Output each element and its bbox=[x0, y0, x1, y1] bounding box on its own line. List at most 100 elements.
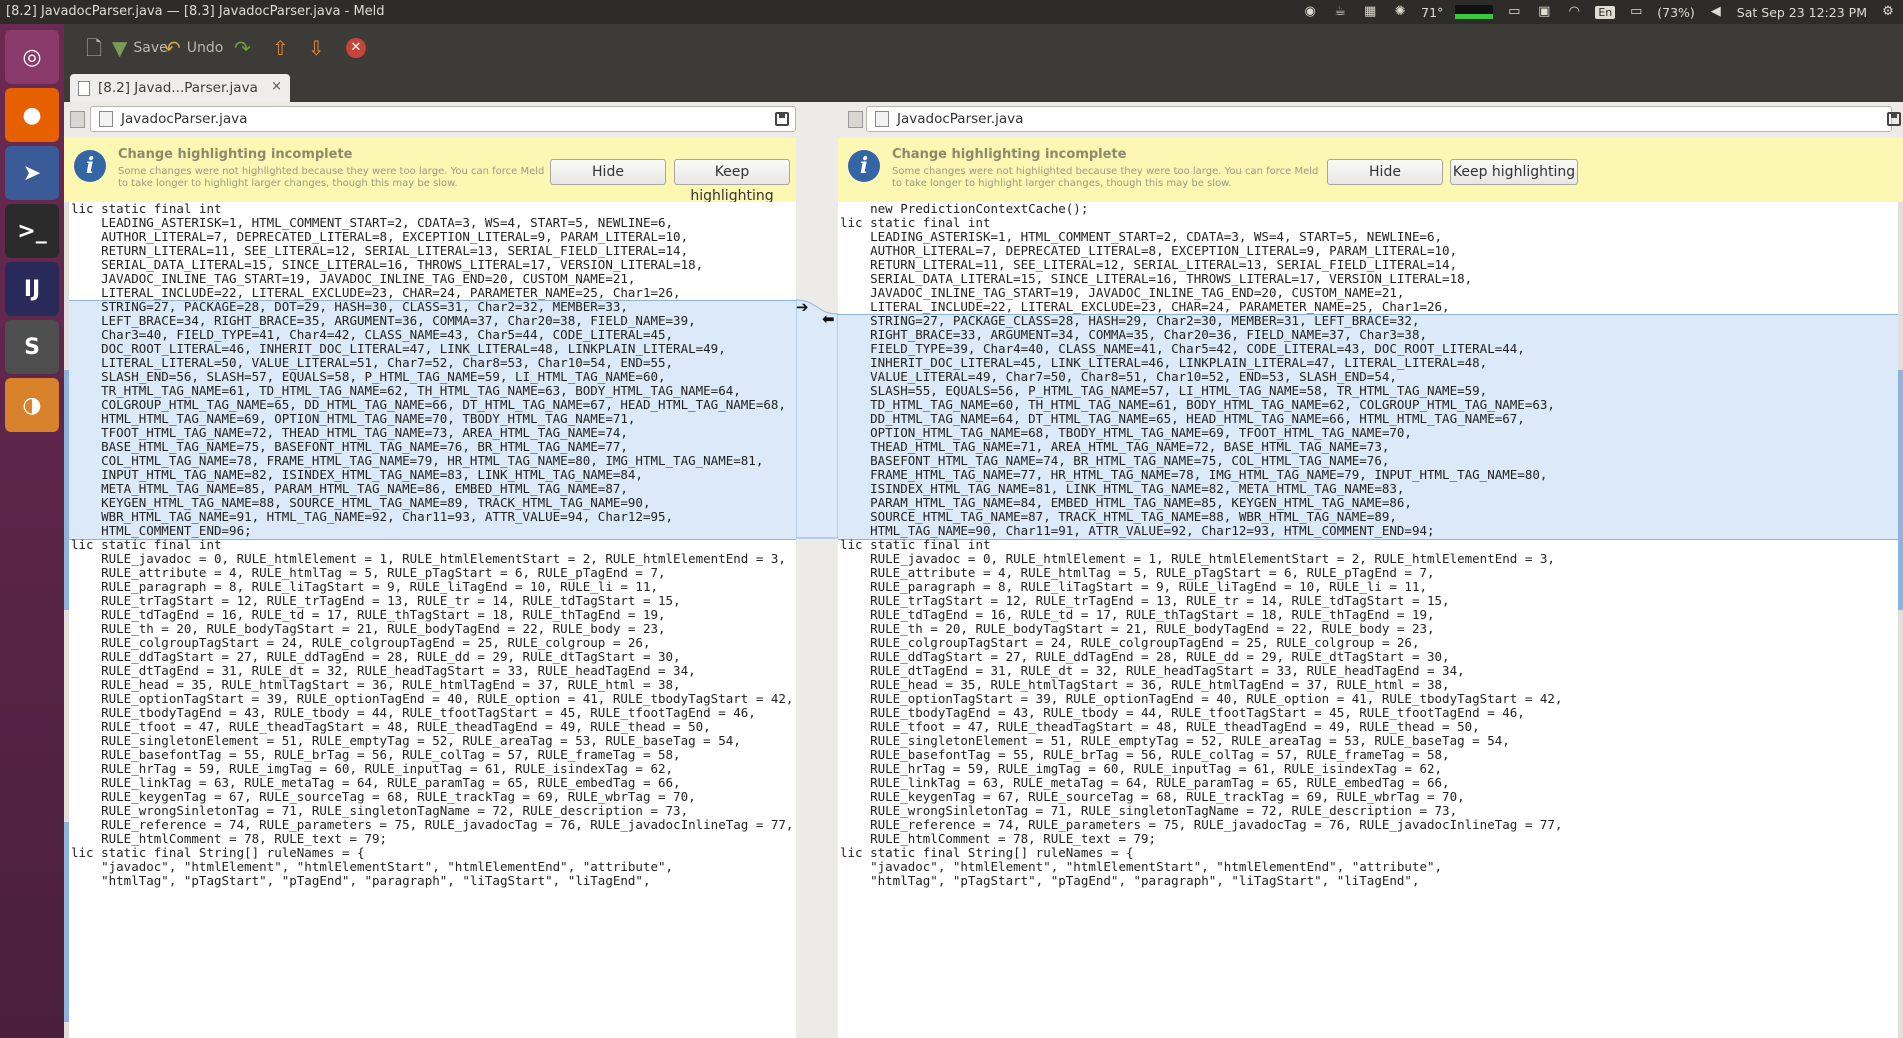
volume-icon[interactable]: ◀ bbox=[1707, 4, 1725, 20]
code-line: INHERIT_DOC_LITERAL=45, LINK_LITERAL=46,… bbox=[840, 355, 1488, 370]
redo-icon: ↷ bbox=[234, 36, 251, 60]
left-file-chooser[interactable]: JavadocParser.java bbox=[90, 106, 796, 132]
code-line: RULE_optionTagStart = 39, RULE_optionTag… bbox=[71, 691, 794, 706]
calendar-icon[interactable]: ▦ bbox=[1361, 4, 1379, 20]
code-line: "javadoc", "htmlElement", "htmlElementSt… bbox=[71, 859, 674, 874]
code-line: RULE_tbodyTagEnd = 43, RULE_tbody = 44, … bbox=[840, 705, 1525, 720]
code-line: LEFT_BRACE=34, RIGHT_BRACE=35, ARGUMENT=… bbox=[71, 313, 696, 328]
weather-temp[interactable]: 71° bbox=[1421, 5, 1443, 20]
code-line: RULE_hrTag = 59, RULE_imgTag = 60, RULE_… bbox=[840, 761, 1443, 776]
keyboard-layout[interactable]: En bbox=[1595, 5, 1616, 19]
code-line: RULE_javadoc = 0, RULE_htmlElement = 1, … bbox=[840, 551, 1555, 566]
new-comparison-button[interactable]: 🗋 bbox=[86, 34, 102, 62]
code-line: RULE_wrongSinletonTag = 71, RULE_singlet… bbox=[71, 803, 689, 818]
left-save-icon[interactable] bbox=[774, 111, 790, 127]
diff-view: JavadocParser.java JavadocParser.java i … bbox=[64, 102, 1903, 1038]
blender-icon[interactable]: ◑ bbox=[5, 378, 59, 432]
previous-change-button[interactable]: ⇧ bbox=[272, 34, 289, 62]
code-line: lic static final String[] ruleNames = { bbox=[71, 845, 365, 860]
code-line: BASEFONT_HTML_TAG_NAME=74, BR_HTML_TAG_N… bbox=[840, 453, 1390, 468]
code-line: HTML_COMMENT_END=96; bbox=[71, 523, 252, 538]
intellij-icon[interactable]: IJ bbox=[5, 262, 59, 316]
code-line: lic static final int bbox=[840, 215, 991, 230]
code-line: STRING=27, PACKAGE=28, DOT=29, HASH=30, … bbox=[71, 299, 628, 314]
code-line: RULE_colgroupTagStart = 24, RULE_colgrou… bbox=[840, 635, 1420, 650]
weather-icon[interactable]: ✺ bbox=[1391, 4, 1409, 20]
right-file-chooser[interactable]: JavadocParser.java bbox=[866, 106, 1892, 132]
battery-icon[interactable]: ▭ bbox=[1627, 4, 1645, 20]
code-line: RULE_trTagStart = 12, RULE_trTagEnd = 13… bbox=[840, 593, 1450, 608]
undo-button[interactable]: ↶ Undo bbox=[164, 34, 223, 62]
clock[interactable]: Sat Sep 23 12:23 PM bbox=[1737, 5, 1867, 20]
code-line: RULE_dtTagEnd = 31, RULE_dt = 32, RULE_h… bbox=[71, 663, 696, 678]
left-code-pane[interactable]: lic static final int LEADING_ASTERISK=1,… bbox=[69, 202, 796, 1038]
keep-highlighting-button[interactable]: Keep highlighting bbox=[674, 159, 790, 204]
display-icon[interactable]: ▭ bbox=[1505, 4, 1523, 20]
code-line: new PredictionContextCache(); bbox=[840, 202, 1089, 216]
link-map[interactable]: ➔ ⬅ bbox=[796, 202, 838, 1038]
java-file-icon bbox=[875, 111, 889, 127]
push-left-arrow-icon[interactable]: ⬅ bbox=[822, 310, 835, 328]
code-line: RULE_linkTag = 63, RULE_metaTag = 64, RU… bbox=[71, 775, 681, 790]
hide-button[interactable]: Hide bbox=[550, 159, 666, 185]
right-save-icon[interactable] bbox=[1886, 111, 1902, 127]
undo-icon: ↶ bbox=[164, 36, 181, 60]
stop-button[interactable]: ✕ bbox=[346, 34, 366, 62]
code-line: SLASH_END=56, SLASH=57, EQUALS=58, P_HTM… bbox=[71, 369, 666, 384]
save-button[interactable]: ▼ Save bbox=[112, 34, 168, 62]
gear-icon[interactable]: ⚙ bbox=[1879, 4, 1897, 20]
close-icon[interactable]: × bbox=[271, 79, 282, 94]
code-line: VALUE_LITERAL=49, Char7=50, Char8=51, Ch… bbox=[840, 369, 1397, 384]
wifi-icon[interactable]: ◠ bbox=[1565, 4, 1583, 20]
keep-highlighting-button[interactable]: Keep highlighting bbox=[1450, 159, 1578, 185]
battery-percent[interactable]: (73%) bbox=[1657, 5, 1695, 20]
firefox-icon[interactable]: ● bbox=[5, 88, 59, 142]
system-monitor-graph[interactable] bbox=[1455, 5, 1494, 19]
code-line: lic static final int bbox=[71, 202, 222, 216]
code-line: LITERAL_INCLUDE=22, LITERAL_EXCLUDE=23, … bbox=[840, 299, 1450, 314]
right-info-bar: i Change highlighting incomplete Some ch… bbox=[838, 138, 1903, 203]
code-line: STRING=27, PACKAGE_CLASS=28, HASH=29, Ch… bbox=[840, 313, 1420, 328]
redo-button[interactable]: ↷ bbox=[234, 34, 251, 62]
code-line: THEAD_HTML_TAG_NAME=71, AREA_HTML_TAG_NA… bbox=[840, 439, 1390, 454]
code-line: RULE_tfoot = 47, RULE_theadTagStart = 48… bbox=[840, 719, 1480, 734]
code-line: RULE_paragraph = 8, RULE_liTagStart = 9,… bbox=[840, 579, 1427, 594]
file-open-icon[interactable] bbox=[848, 111, 863, 128]
tab-comparison[interactable]: [8.2] Javad...Parser.java × bbox=[70, 74, 290, 102]
cup-icon[interactable]: ☕ bbox=[1331, 4, 1349, 20]
code-line: RULE_tdTagEnd = 16, RULE_td = 17, RULE_t… bbox=[840, 607, 1435, 622]
ubuntu-dash-icon[interactable]: ◎ bbox=[5, 30, 59, 84]
push-right-arrow-icon[interactable]: ➔ bbox=[796, 298, 809, 316]
code-line: RULE_tfoot = 47, RULE_theadTagStart = 48… bbox=[71, 719, 711, 734]
code-line: TD_HTML_TAG_NAME=60, TH_HTML_TAG_NAME=61… bbox=[840, 397, 1555, 412]
code-line: SERIAL_DATA_LITERAL=15, SINCE_LITERAL=16… bbox=[840, 271, 1473, 286]
code-line: SOURCE_HTML_TAG_NAME=87, TRACK_HTML_TAG_… bbox=[840, 509, 1397, 524]
code-line: RULE_tbodyTagEnd = 43, RULE_tbody = 44, … bbox=[71, 705, 756, 720]
file-open-icon[interactable] bbox=[70, 111, 85, 128]
tab-label: [8.2] Javad...Parser.java bbox=[98, 80, 258, 96]
code-line: RULE_trTagStart = 12, RULE_trTagEnd = 13… bbox=[71, 593, 681, 608]
info-icon: i bbox=[848, 150, 880, 182]
hide-button[interactable]: Hide bbox=[1327, 159, 1443, 185]
code-line: RULE_reference = 74, RULE_parameters = 7… bbox=[71, 817, 794, 832]
code-line: OPTION_HTML_TAG_NAME=68, TBODY_HTML_TAG_… bbox=[840, 425, 1412, 440]
code-line: lic static final String[] ruleNames = { bbox=[840, 845, 1134, 860]
right-code-pane[interactable]: new PredictionContextCache(); lic static … bbox=[838, 202, 1898, 1038]
code-line: DD_HTML_TAG_NAME=64, DT_HTML_TAG_NAME=65… bbox=[840, 411, 1525, 426]
code-line: BASE_HTML_TAG_NAME=75, BASEFONT_HTML_TAG… bbox=[71, 439, 628, 454]
sublime-icon[interactable]: S bbox=[5, 320, 59, 374]
meld-app-icon[interactable]: ➤ bbox=[5, 146, 59, 200]
document-icon bbox=[78, 80, 90, 96]
code-line: RULE_keygenTag = 67, RULE_sourceTag = 68… bbox=[840, 789, 1465, 804]
next-change-button[interactable]: ⇩ bbox=[308, 34, 325, 62]
code-line: HTML_HTML_TAG_NAME=69, OPTION_HTML_TAG_N… bbox=[71, 411, 636, 426]
device-icon[interactable]: ▣ bbox=[1535, 4, 1553, 20]
right-overview-bar[interactable] bbox=[1898, 202, 1903, 1038]
code-line: RULE_keygenTag = 67, RULE_sourceTag = 68… bbox=[71, 789, 696, 804]
indicator-icon[interactable]: ◉ bbox=[1301, 4, 1319, 20]
terminal-icon[interactable]: >_ bbox=[5, 204, 59, 258]
code-line: RULE_linkTag = 63, RULE_metaTag = 64, RU… bbox=[840, 775, 1450, 790]
code-line: KEYGEN_HTML_TAG_NAME=88, SOURCE_HTML_TAG… bbox=[71, 495, 651, 510]
info-message: Some changes were not highlighted becaus… bbox=[118, 166, 545, 189]
code-line: lic static final int bbox=[71, 537, 222, 552]
